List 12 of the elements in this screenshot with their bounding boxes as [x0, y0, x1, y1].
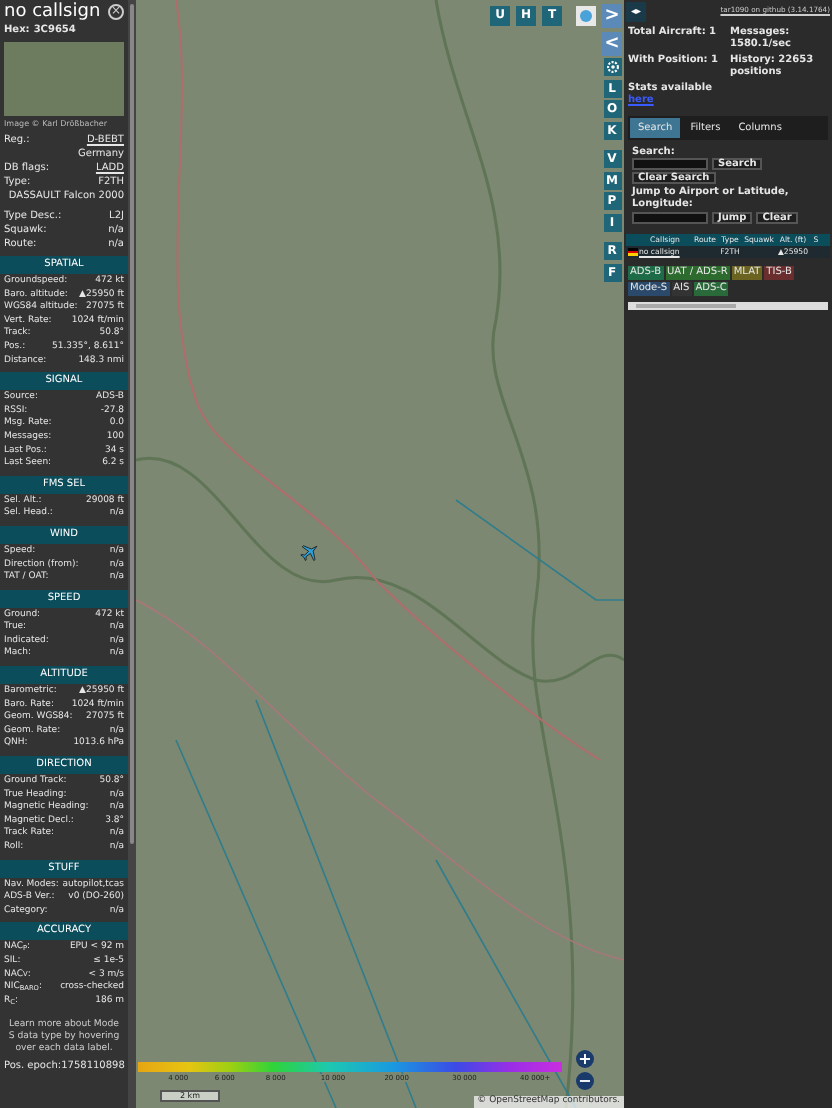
aircraft-icon[interactable] — [300, 542, 320, 562]
search-field[interactable] — [632, 158, 708, 170]
panel-toggle-button[interactable]: < — [602, 31, 622, 55]
scrollbar[interactable] — [128, 0, 136, 1108]
flag-icon — [627, 248, 637, 256]
layers-button[interactable] — [576, 6, 596, 26]
settings-icon — [605, 60, 619, 74]
jump-field[interactable] — [632, 212, 708, 224]
scrollbar[interactable] — [628, 302, 828, 310]
aircraft-callsign: no callsign — [4, 2, 101, 24]
panel-toggle-button[interactable]: > — [602, 4, 622, 28]
photo-placeholder — [4, 42, 124, 116]
